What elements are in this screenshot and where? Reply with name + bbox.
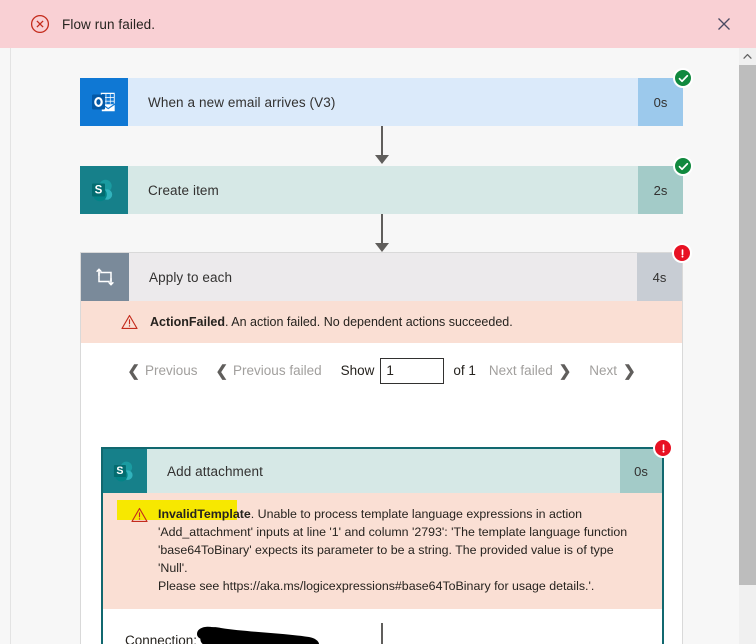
warning-triangle-icon	[131, 507, 148, 523]
flow-step-create-item[interactable]: S Create item 2s	[80, 156, 693, 214]
previous-label: Previous	[144, 363, 198, 378]
flow-step-when-a-new-email-arrives[interactable]: When a new email arrives (V3) 0s	[80, 68, 693, 126]
invalid-template-error: InvalidTemplate. Unable to process templ…	[103, 493, 662, 609]
add-attachment-header[interactable]: S Add attachment 0s	[103, 438, 673, 493]
check-circle-icon	[673, 68, 693, 88]
outlook-icon	[80, 78, 128, 126]
error-line-3: 'base64ToBinary' expects its parameter t…	[158, 543, 614, 575]
error-line-4: Please see https://aka.ms/logicexpressio…	[158, 579, 595, 593]
flow-run-failed-banner: Flow run failed.	[0, 0, 756, 48]
connector-line-1	[381, 126, 383, 157]
page-total-label: of 1	[453, 363, 476, 378]
close-icon[interactable]	[714, 14, 734, 34]
scrollbar-thumb[interactable]	[739, 65, 756, 585]
apply-to-each-header[interactable]: Apply to each 4s	[81, 243, 692, 301]
chevron-left-icon: ❮	[215, 362, 229, 380]
error-circle-exclamation-icon	[653, 438, 673, 458]
error-line-1: . Unable to process template language ex…	[250, 507, 583, 521]
check-circle-icon	[673, 156, 693, 176]
error-code: ActionFailed	[150, 315, 226, 329]
connector-line-3	[381, 623, 383, 644]
add-attachment-card: S Add attachment 0s InvalidTemplate. Una…	[101, 438, 673, 644]
next-button[interactable]: Next ❯	[589, 362, 635, 380]
next-label: Next	[589, 363, 618, 378]
apply-to-each-error-message: ActionFailed. An action failed. No depen…	[81, 301, 682, 343]
error-code: InvalidTemplate	[158, 507, 251, 521]
banner-message: Flow run failed.	[62, 16, 156, 32]
apply-to-each-container: Apply to each 4s ActionFailed. An action…	[80, 243, 692, 644]
scroll-up-button[interactable]	[739, 48, 756, 65]
chevron-left-icon: ❮	[127, 362, 140, 380]
show-label: Show	[340, 363, 375, 378]
error-circle-x-icon	[30, 14, 50, 34]
next-failed-button[interactable]: Next failed ❯	[489, 362, 571, 380]
page-number-input[interactable]	[380, 357, 445, 384]
connector-arrow-1	[375, 155, 389, 164]
connector-arrow-2	[375, 243, 389, 252]
previous-failed-button[interactable]: ❮ Previous failed	[215, 362, 321, 380]
previous-button[interactable]: ❮ Previous	[127, 362, 197, 380]
next-failed-label: Next failed	[488, 363, 553, 378]
chevron-right-icon: ❯	[558, 362, 572, 380]
chevron-up-icon	[743, 53, 752, 59]
svg-text:S: S	[95, 184, 103, 196]
warning-triangle-icon	[121, 314, 138, 330]
error-detail: . An action failed. No dependent actions…	[225, 315, 513, 329]
previous-failed-label: Previous failed	[233, 363, 322, 378]
iteration-pager: ❮ Previous ❮ Previous failed Show of 1 N…	[81, 343, 682, 398]
step-title: Add attachment	[167, 463, 263, 479]
sharepoint-icon: S	[103, 449, 147, 493]
loop-repeat-icon	[81, 253, 129, 301]
flow-run-canvas: When a new email arrives (V3) 0s S Creat…	[0, 48, 756, 644]
svg-text:S: S	[116, 465, 123, 477]
error-line-2: 'Add_attachment' inputs at line '1' and …	[158, 525, 628, 539]
vertical-scrollbar[interactable]	[739, 48, 756, 644]
step-title: When a new email arrives (V3)	[148, 94, 336, 110]
connector-line-2	[381, 214, 383, 245]
chevron-right-icon: ❯	[623, 362, 636, 380]
sharepoint-icon: S	[80, 166, 128, 214]
step-title: Create item	[148, 182, 219, 198]
step-title: Apply to each	[149, 269, 233, 285]
connection-value-redaction	[197, 626, 319, 644]
error-circle-exclamation-icon	[672, 243, 692, 263]
